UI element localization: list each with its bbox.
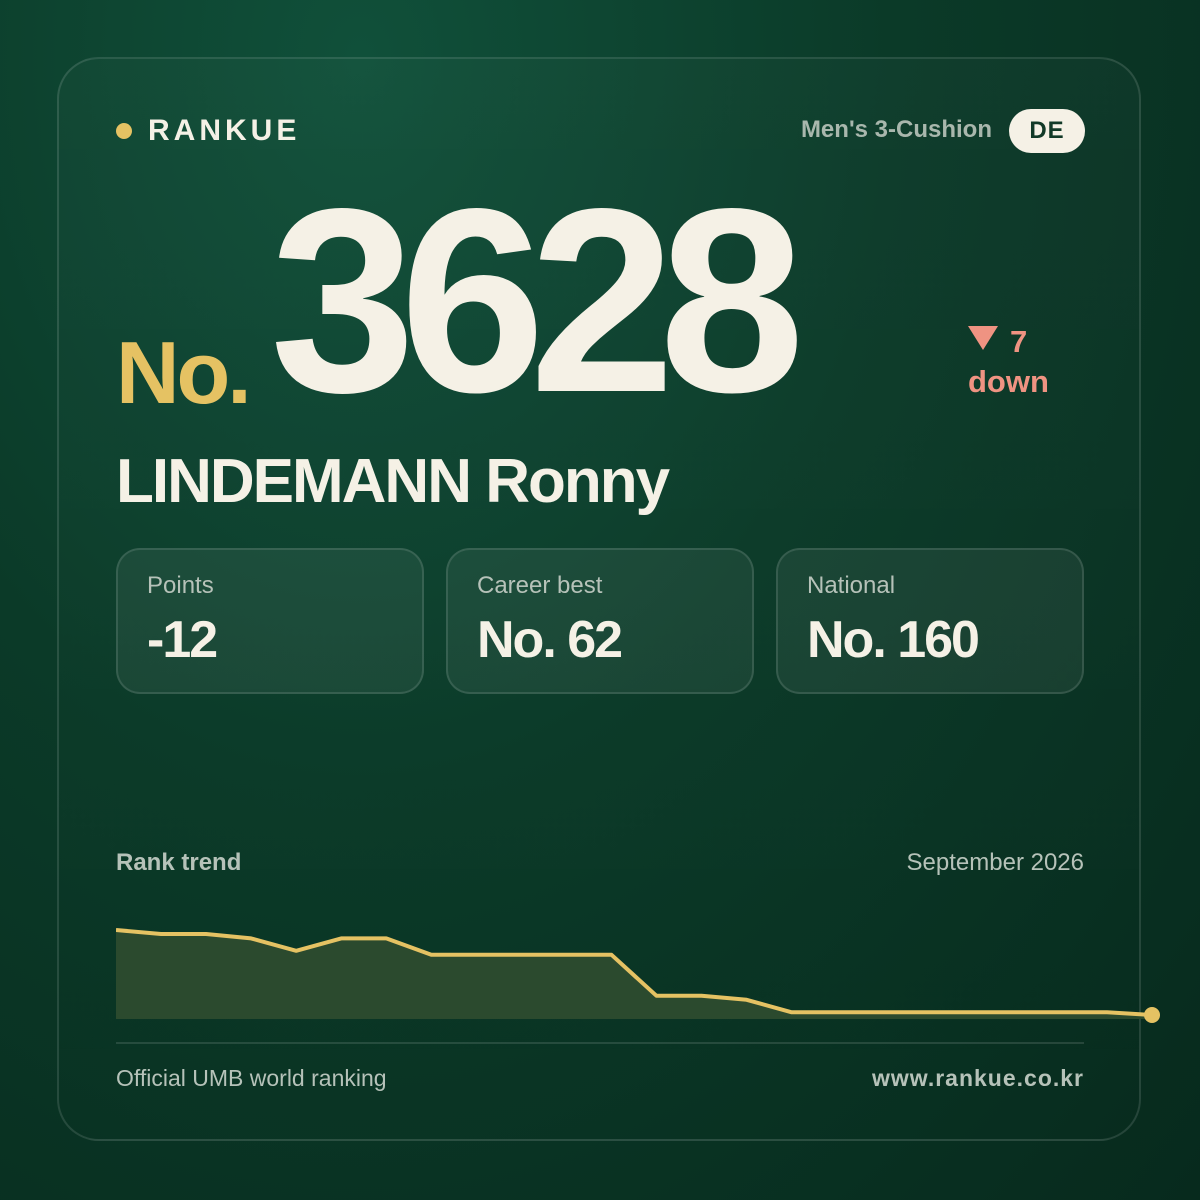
triangle-down-icon [968,326,998,350]
rank-trend-chart [116,928,1160,1023]
stat-value: No. 160 [807,611,980,669]
rank-change: 7 down [968,322,1049,402]
footer-divider [116,1042,1084,1044]
stat-card-career-best: Career best No. 62 [446,548,754,694]
trend-current-point [1144,1007,1160,1023]
stat-value: -12 [147,611,218,669]
stat-label: Career best [477,572,603,599]
brand-name: RANKUE [148,114,301,147]
footer-url[interactable]: www.rankue.co.kr [872,1065,1084,1092]
brand-dot-icon [116,123,132,139]
rank-prefix: No. [116,323,252,422]
stat-card-points: Points -12 [116,548,424,694]
player-name: LINDEMANN Ronny [116,447,670,516]
category-label: Men's 3-Cushion [800,116,992,143]
trend-title: Rank trend [116,849,242,876]
brand-logo: RANKUE [116,112,300,150]
trend-period: September 2026 [906,849,1084,876]
country-badge: DE [1009,109,1085,153]
stat-label: National [807,572,896,599]
rank-change-amount: 7 [1010,324,1028,359]
stat-value: No. 62 [477,611,623,669]
rank-number: 3628 [270,154,805,447]
footer-source: Official UMB world ranking [116,1065,387,1091]
stat-card-national: National No. 160 [776,548,1084,694]
rank-change-label: down [968,364,1049,399]
stat-label: Points [147,572,214,599]
